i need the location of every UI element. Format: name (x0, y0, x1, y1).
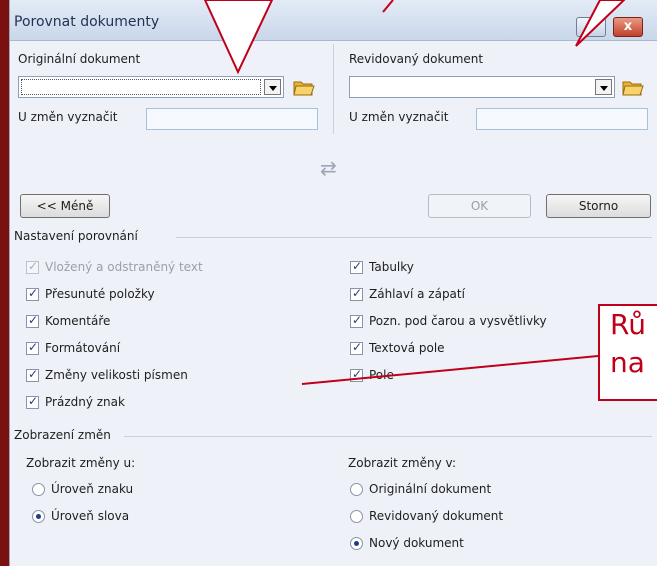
checkbox-label: Záhlaví a zápatí (369, 287, 465, 301)
chevron-down-icon[interactable] (595, 79, 612, 95)
checkbox-box (350, 367, 363, 382)
revised-mark-label: U změn vyznačit (349, 110, 449, 124)
checkbox-label: Komentáře (45, 314, 111, 328)
checkbox-headers-footers[interactable]: Záhlaví a zápatí (350, 286, 465, 302)
checkbox-box (26, 394, 39, 409)
radio-label: Nový dokument (369, 536, 464, 550)
callout-text-line2: na (610, 346, 645, 379)
original-mark-label: U změn vyznačit (18, 110, 118, 124)
title-bar: Porovnat dokumenty x (10, 0, 657, 41)
checkbox-label: Pozn. pod čarou a vysvětlivky (369, 314, 547, 328)
column-divider (333, 44, 334, 134)
checkbox-comments[interactable]: Komentáře (26, 313, 110, 329)
window-title: Porovnat dokumenty (14, 14, 160, 30)
revised-mark-field[interactable] (476, 108, 648, 130)
radio-label: Úroveň slova (51, 509, 130, 523)
radio-character-level[interactable]: Úroveň znaku (32, 481, 133, 497)
open-folder-icon[interactable] (293, 78, 315, 96)
group-divider (124, 436, 652, 437)
chevron-down-icon[interactable] (264, 79, 281, 95)
cancel-button[interactable]: Storno (546, 194, 651, 218)
radio-word-level[interactable]: Úroveň slova (32, 508, 129, 524)
checkbox-label: Tabulky (369, 260, 414, 274)
close-icon: x (623, 19, 633, 34)
checkbox-label: Přesunuté položky (45, 287, 155, 301)
radio-dot (350, 482, 363, 496)
show-changes-in-label: Zobrazit změny v: (348, 456, 456, 470)
checkbox-box (26, 286, 39, 301)
checkbox-inserted-deleted-text[interactable]: Vložený a odstraněný text (26, 259, 203, 275)
checkbox-label: Pole (369, 368, 394, 382)
checkbox-label: Změny velikosti písmen (45, 368, 188, 382)
checkbox-label: Formátování (45, 341, 121, 355)
radio-dot (32, 482, 45, 496)
checkbox-formatting[interactable]: Formátování (26, 340, 120, 356)
open-folder-icon[interactable] (622, 78, 644, 96)
radio-dot (350, 509, 363, 523)
show-changes-heading: Zobrazení změn (14, 428, 111, 442)
checkbox-text-boxes[interactable]: Textová pole (350, 340, 445, 356)
checkbox-label: Prázdný znak (45, 395, 125, 409)
checkbox-moves[interactable]: Přesunuté položky (26, 286, 155, 302)
checkbox-box (350, 259, 363, 274)
checkbox-box (26, 313, 39, 328)
checkbox-box (26, 340, 39, 355)
checkbox-box (350, 286, 363, 301)
ok-button[interactable]: OK (428, 194, 531, 218)
callout-text-line1: Rů (610, 308, 646, 341)
radio-dot (350, 536, 363, 550)
comparison-settings-heading: Nastavení porovnání (14, 229, 138, 243)
close-button[interactable]: x (613, 17, 643, 37)
checkbox-tables[interactable]: Tabulky (350, 259, 414, 275)
original-mark-field[interactable] (146, 108, 318, 130)
checkbox-white-space[interactable]: Prázdný znak (26, 394, 125, 410)
checkbox-label: Vložený a odstraněný text (45, 260, 203, 274)
background-strip (0, 0, 9, 566)
original-document-label: Originální dokument (18, 52, 141, 66)
checkbox-box (350, 313, 363, 328)
group-divider (176, 237, 652, 238)
radio-new-document[interactable]: Nový dokument (350, 535, 464, 551)
original-document-combobox[interactable] (18, 76, 284, 98)
radio-label: Revidovaný dokument (369, 509, 504, 523)
radio-dot (32, 509, 45, 523)
revised-document-combobox[interactable] (349, 76, 615, 98)
checkbox-label: Textová pole (369, 341, 445, 355)
checkbox-box (26, 367, 39, 382)
less-button[interactable]: << Méně (20, 194, 110, 218)
checkbox-footnotes-endnotes[interactable]: Pozn. pod čarou a vysvětlivky (350, 313, 547, 329)
revised-document-label: Revidovaný dokument (349, 52, 484, 66)
compare-documents-dialog: Porovnat dokumenty x Originální dokument… (9, 0, 657, 566)
checkbox-fields[interactable]: Pole (350, 367, 394, 383)
radio-original-document[interactable]: Originální dokument (350, 481, 491, 497)
checkbox-box (26, 259, 39, 274)
checkbox-case-changes[interactable]: Změny velikosti písmen (26, 367, 188, 383)
radio-label: Originální dokument (369, 482, 492, 496)
radio-revised-document[interactable]: Revidovaný dokument (350, 508, 503, 524)
radio-label: Úroveň znaku (51, 482, 134, 496)
swap-documents-icon[interactable]: ⇄ (320, 156, 337, 180)
show-changes-at-label: Zobrazit změny u: (26, 456, 136, 470)
checkbox-box (350, 340, 363, 355)
original-document-value (21, 79, 261, 95)
help-button[interactable] (576, 17, 606, 37)
annotation-callout-box: Rů na (598, 304, 657, 401)
